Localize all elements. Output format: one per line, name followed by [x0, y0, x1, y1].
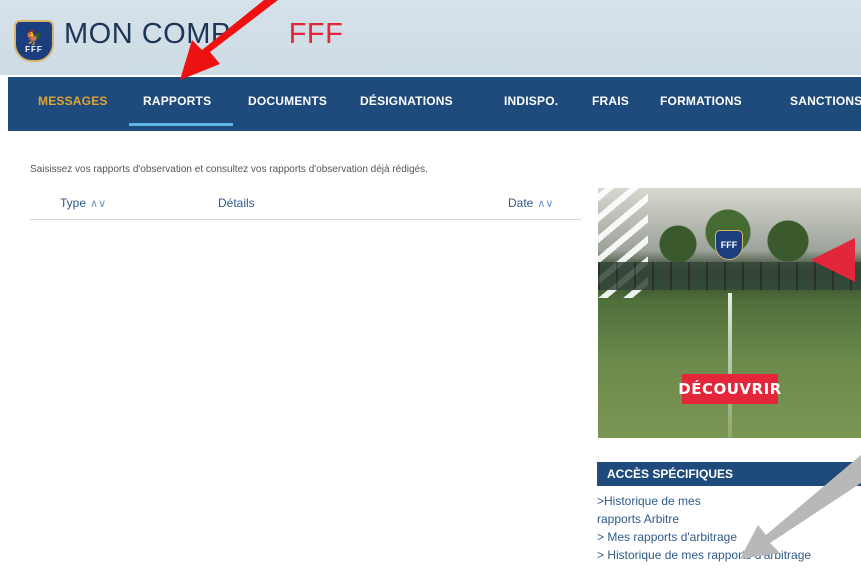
- active-tab-underline: [129, 123, 233, 126]
- red-pointer-arrow: [180, 0, 278, 80]
- pitch-line: [728, 293, 732, 438]
- site-header: 🐓 FFF MON COMP FFF: [0, 0, 861, 75]
- fff-logo-icon[interactable]: 🐓 FFF: [14, 20, 54, 62]
- nav-item-formations[interactable]: FORMATIONS: [660, 94, 742, 108]
- nav-item-indispo[interactable]: INDISPO.: [504, 94, 558, 108]
- nav-item-frais[interactable]: FRAIS: [592, 94, 629, 108]
- intro-text: Saisissez vos rapports d'observation et …: [30, 164, 428, 175]
- nav-item-designations[interactable]: DÉSIGNATIONS: [360, 94, 453, 108]
- fff-logo-icon: FFF: [715, 230, 743, 260]
- nav-item-documents[interactable]: DOCUMENTS: [248, 94, 327, 108]
- promo-banner[interactable]: FFF DÉCOUVRIR: [598, 188, 861, 438]
- red-pointer-arrow: [811, 238, 855, 282]
- reports-table-header: Type ∧∨ Détails Date ∧∨: [30, 192, 581, 220]
- grey-pointer-arrow: [740, 455, 861, 559]
- discover-button[interactable]: DÉCOUVRIR: [678, 374, 781, 404]
- nav-item-sanctions[interactable]: SANCTIONS: [790, 94, 861, 108]
- main-nav: MESSAGES RAPPORTS DOCUMENTS DÉSIGNATIONS…: [8, 77, 861, 131]
- column-date[interactable]: Date ∧∨: [508, 196, 553, 210]
- column-type[interactable]: Type ∧∨: [60, 196, 106, 210]
- sort-arrows-icon[interactable]: ∧∨: [537, 198, 553, 210]
- sort-arrows-icon[interactable]: ∧∨: [90, 198, 106, 210]
- nav-item-messages[interactable]: MESSAGES: [38, 94, 108, 108]
- column-details: Détails: [218, 196, 255, 210]
- nav-item-rapports[interactable]: RAPPORTS: [143, 94, 211, 108]
